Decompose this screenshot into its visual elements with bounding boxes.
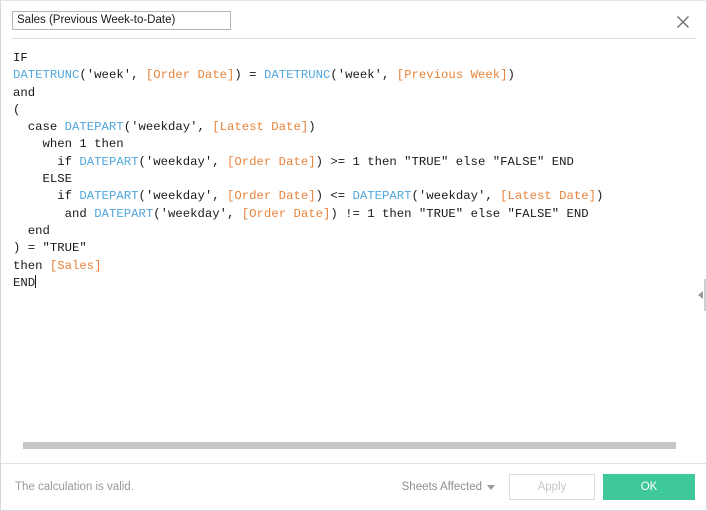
field-token: [Latest Date] <box>212 120 309 135</box>
formula-line: and DATEPART('weekday', [Order Date]) !=… <box>13 206 694 223</box>
calculated-field-dialog: IFDATETRUNC('week', [Order Date]) = DATE… <box>0 0 707 511</box>
field-token: [Previous Week] <box>396 68 508 83</box>
text-token: then <box>13 258 50 273</box>
formula-line: ( <box>13 102 694 119</box>
formula-line: and <box>13 85 694 102</box>
field-token: [Latest Date] <box>500 189 597 204</box>
formula-line: ELSE <box>13 171 694 188</box>
text-token: ('weekday', <box>411 189 501 204</box>
text-token: ('weekday', <box>138 154 228 169</box>
collapse-panel-handle[interactable] <box>696 279 706 311</box>
text-token: when 1 then <box>13 137 124 152</box>
dialog-footer: The calculation is valid. Sheets Affecte… <box>1 464 706 510</box>
text-token: ) = <box>234 68 264 83</box>
text-token: ('weekday', <box>123 120 213 135</box>
function-token: DATEPART <box>79 154 139 169</box>
text-cursor <box>35 274 37 288</box>
text-token: ('week', <box>79 68 146 83</box>
text-token: ) <box>596 189 604 204</box>
text-token: IF <box>13 51 28 65</box>
formula-text[interactable]: IF DATETRUNC('week', [Order Date]) = DATE… <box>13 50 694 436</box>
text-token: ) >= 1 then "TRUE" else "FALSE" END <box>315 154 574 169</box>
sheets-affected-dropdown[interactable]: Sheets Affected <box>402 481 495 493</box>
text-token: ('weekday', <box>153 206 242 221</box>
text-token: case <box>13 120 65 135</box>
text-token: if <box>13 154 80 169</box>
text-token: ) <= <box>315 189 353 204</box>
calculation-name-input[interactable] <box>12 10 231 30</box>
field-token: [Order Date] <box>227 189 316 204</box>
text-token: ) = "TRUE" <box>13 241 87 256</box>
function-token: DATEPART <box>94 206 154 221</box>
field-token: [Order Date] <box>241 206 331 221</box>
text-token: if <box>13 189 80 204</box>
formula-line: then [Sales] <box>13 258 694 275</box>
formula-editor-area[interactable]: IF DATETRUNC('week', [Order Date]) = DATE… <box>1 39 706 436</box>
scrollbar-thumb[interactable] <box>23 442 676 449</box>
field-token: [Order Date] <box>227 154 316 169</box>
function-token: DATETRUNC <box>13 68 80 83</box>
formula-line: DATETRUNC('week', [Order Date]) = DATETR… <box>13 67 694 84</box>
text-token: end <box>13 223 50 238</box>
text-token: ) <box>507 68 515 83</box>
formula-line: case DATEPART('weekday', [Latest Date]) <box>13 119 694 136</box>
text-token: ('week', <box>330 68 397 83</box>
sheets-affected-label: Sheets Affected <box>401 481 482 493</box>
horizontal-scrollbar[interactable] <box>1 436 706 455</box>
chevron-down-icon <box>487 484 495 490</box>
validation-status-text: The calculation is valid. <box>15 481 134 493</box>
text-token: ) <box>308 120 316 135</box>
dialog-header <box>1 1 706 38</box>
text-token: and <box>13 206 95 221</box>
chevron-left-icon <box>697 291 703 299</box>
field-token: [Order Date] <box>145 68 235 83</box>
formula-line: END <box>13 274 694 292</box>
function-token: DATEPART <box>79 189 139 204</box>
function-token: DATEPART <box>352 189 412 204</box>
text-token: ) != 1 then "TRUE" else "FALSE" END <box>330 206 589 221</box>
formula-line: IF <box>13 50 694 67</box>
formula-line: ) = "TRUE" <box>13 240 694 257</box>
scrollbar-track[interactable] <box>13 442 694 449</box>
formula-line: if DATEPART('weekday', [Order Date]) >= … <box>13 154 694 171</box>
formula-line: end <box>13 223 694 240</box>
function-token: DATEPART <box>64 120 124 135</box>
field-token: [Sales] <box>49 258 102 273</box>
text-token: ( <box>13 102 21 117</box>
formula-line: when 1 then <box>13 136 694 153</box>
apply-button[interactable]: Apply <box>509 474 595 500</box>
text-token: and <box>13 85 36 100</box>
text-token: ELSE <box>13 172 73 187</box>
formula-line: if DATEPART('weekday', [Order Date]) <= … <box>13 188 694 205</box>
close-icon[interactable] <box>674 13 692 31</box>
function-token: DATETRUNC <box>263 68 331 83</box>
text-token: ('weekday', <box>138 189 228 204</box>
text-token: END <box>13 275 36 290</box>
ok-button[interactable]: OK <box>603 474 695 500</box>
